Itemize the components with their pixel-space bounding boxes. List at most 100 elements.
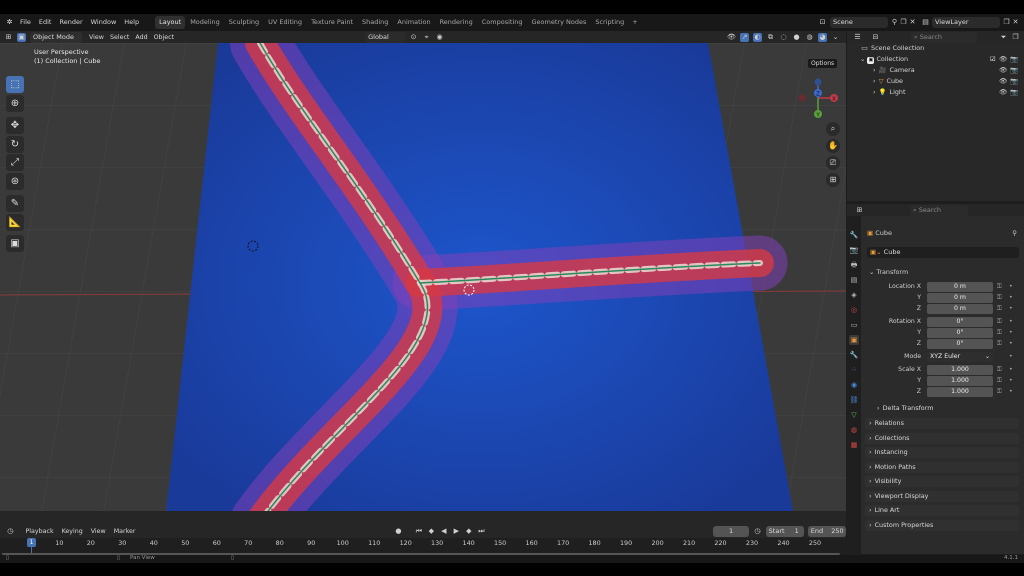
tab-layout[interactable]: Layout — [155, 16, 186, 29]
viewport-menu-add[interactable]: Add — [132, 34, 150, 41]
object-name-field[interactable]: ▣⌄ Cube — [867, 247, 1019, 258]
panel-relations[interactable]: › Relations — [865, 418, 1019, 429]
menu-edit[interactable]: Edit — [35, 14, 56, 31]
properties-editor-icon[interactable]: ⊞ — [855, 206, 864, 215]
light-render-icon[interactable]: 📷 — [1010, 87, 1018, 98]
current-frame-field[interactable]: 1 — [712, 526, 750, 537]
delete-view-layer-icon[interactable]: ✕ — [1011, 18, 1020, 27]
3d-viewport[interactable]: User Perspective (1) Collection | Cube ⬚… — [0, 43, 846, 522]
outliner-row-scene-collection[interactable]: ▭ Scene Collection — [847, 43, 1024, 54]
scale-x-field[interactable]: 1.000 — [927, 365, 993, 375]
rotation-x-lock-icon[interactable]: ⚿ — [997, 317, 1002, 327]
overlay-toggle-icon[interactable]: ◐ — [753, 32, 762, 42]
location-y-lock-icon[interactable]: ⚿ — [997, 293, 1002, 303]
tab-sculpting[interactable]: Sculpting — [225, 16, 263, 29]
display-mode-icon[interactable]: ⊟ — [871, 33, 880, 42]
camera-render-icon[interactable]: 📷 — [1010, 65, 1018, 76]
rotation-x-field[interactable]: 0° — [927, 317, 993, 327]
expand-arrow-icon[interactable]: › — [873, 88, 876, 96]
render-tab-icon[interactable]: 📷 — [849, 245, 859, 255]
tab-shading[interactable]: Shading — [358, 16, 392, 29]
view-layer-selector[interactable]: ViewLayer — [932, 17, 1000, 28]
panel-motion-paths[interactable]: › Motion Paths — [865, 461, 1019, 473]
scale-x-keyframe-icon[interactable]: • — [1009, 365, 1013, 375]
scene-selector[interactable]: Scene — [830, 17, 888, 28]
navigation-gizmo[interactable]: Y Z X — [796, 76, 844, 124]
xray-icon[interactable]: ⧉ — [766, 33, 775, 42]
output-tab-icon[interactable]: 🖶 — [849, 260, 859, 270]
tab-texture-paint[interactable]: Texture Paint — [307, 16, 357, 29]
delete-scene-icon[interactable]: ✕ — [908, 18, 917, 27]
material-shading-icon[interactable]: ◍ — [805, 33, 814, 42]
start-frame-field[interactable]: Start 1 — [765, 526, 804, 537]
viewport-menu-view[interactable]: View — [86, 34, 107, 41]
timeline-menu-playback[interactable]: Playback — [23, 528, 57, 535]
camera-view-icon[interactable]: ⎚ — [826, 156, 840, 170]
tab-rendering[interactable]: Rendering — [436, 16, 477, 29]
pan-hand-icon[interactable]: ✋ — [826, 139, 840, 153]
world-tab-icon[interactable]: ◎ — [849, 305, 859, 315]
scale-y-lock-icon[interactable]: ⚿ — [997, 376, 1002, 386]
scale-y-keyframe-icon[interactable]: • — [1009, 376, 1013, 386]
tab-compositing[interactable]: Compositing — [478, 16, 527, 29]
menu-help[interactable]: Help — [120, 14, 143, 31]
rotation-z-field[interactable]: 0° — [927, 339, 993, 349]
transform-tool-icon[interactable]: ⊛ — [6, 173, 24, 190]
cube-render-icon[interactable]: 📷 — [1010, 76, 1018, 87]
rotation-z-keyframe-icon[interactable]: • — [1009, 339, 1013, 349]
mode-selector[interactable]: Object Mode — [30, 31, 82, 43]
preview-range-icon[interactable]: ◷ — [753, 527, 762, 536]
tab-scripting[interactable]: Scripting — [591, 16, 628, 29]
light-visibility-icon[interactable]: 👁 — [999, 87, 1007, 98]
frame-ruler[interactable]: 10 20 30 40 50 60 70 80 90 100 110 120 130 140 150 160 1… — [0, 538, 846, 555]
constraints-tab-icon[interactable]: ⛓ — [849, 395, 859, 405]
new-collection-icon[interactable]: ❐ — [1011, 33, 1020, 42]
editor-type-icon[interactable]: ⊞ — [4, 33, 13, 42]
new-view-layer-icon[interactable]: ❐ — [1002, 18, 1011, 27]
rotation-y-field[interactable]: 0° — [927, 328, 993, 338]
tab-geometry-nodes[interactable]: Geometry Nodes — [528, 16, 591, 29]
pin-properties-icon[interactable]: ⚲ — [1012, 228, 1017, 239]
measure-tool-icon[interactable]: 📐 — [6, 214, 24, 231]
visibility-icon[interactable]: 👁 — [727, 33, 736, 42]
outliner-row-cube[interactable]: › ▽ Cube 👁 📷 — [847, 76, 1024, 87]
rotation-z-lock-icon[interactable]: ⚿ — [997, 339, 1002, 349]
play-icon[interactable]: ▶ — [452, 527, 461, 536]
blender-logo-icon[interactable]: ✲ — [5, 18, 14, 27]
scale-z-field[interactable]: 1.000 — [927, 387, 993, 397]
rotate-tool-icon[interactable]: ↻ — [6, 136, 24, 153]
viewport-menu-object[interactable]: Object — [151, 34, 178, 41]
location-z-keyframe-icon[interactable]: • — [1009, 304, 1013, 314]
panel-instancing[interactable]: › Instancing — [865, 447, 1019, 458]
rotation-mode-selector[interactable]: XYZ Euler ⌄ — [927, 352, 993, 362]
gizmo-toggle-icon[interactable]: ↗ — [740, 32, 749, 42]
panel-collections[interactable]: › Collections — [865, 432, 1019, 444]
end-frame-field[interactable]: End 250 — [807, 526, 846, 537]
particles-tab-icon[interactable]: ⁘ — [849, 365, 859, 375]
material-tab-icon[interactable]: ◍ — [849, 425, 859, 435]
tool-tab-icon[interactable]: 🔧 — [849, 230, 859, 240]
snap-icon[interactable]: ⌖ — [422, 33, 431, 42]
collection-visibility-icon[interactable]: 👁 — [999, 54, 1007, 65]
modifier-tab-icon[interactable]: 🔧 — [849, 350, 859, 360]
timeline-menu-marker[interactable]: Marker — [111, 528, 139, 535]
tab-uv-editing[interactable]: UV Editing — [264, 16, 306, 29]
collection-tab-icon[interactable]: ▭ — [849, 320, 859, 330]
perspective-toggle-icon[interactable]: ⊞ — [826, 173, 840, 187]
location-z-lock-icon[interactable]: ⚿ — [997, 304, 1002, 314]
expand-arrow-icon[interactable]: ⌄ — [860, 55, 865, 63]
scale-tool-icon[interactable]: ⤢ — [6, 154, 24, 171]
location-x-lock-icon[interactable]: ⚿ — [997, 282, 1002, 292]
scale-z-lock-icon[interactable]: ⚿ — [997, 387, 1002, 397]
jump-start-icon[interactable]: ⏮ — [415, 527, 424, 536]
rendered-shading-icon[interactable]: ◕ — [818, 32, 827, 42]
rotation-y-keyframe-icon[interactable]: • — [1009, 328, 1013, 338]
scale-z-keyframe-icon[interactable]: • — [1009, 387, 1013, 397]
select-box-icon[interactable]: ▣ — [17, 32, 26, 42]
collection-render-icon[interactable]: 📷 — [1010, 54, 1018, 65]
location-z-field[interactable]: 0 m — [927, 304, 993, 314]
next-keyframe-icon[interactable]: ◆ — [465, 527, 474, 536]
tab-modeling[interactable]: Modeling — [186, 16, 224, 29]
jump-end-icon[interactable]: ⏭ — [477, 527, 486, 536]
location-y-keyframe-icon[interactable]: • — [1009, 293, 1013, 303]
